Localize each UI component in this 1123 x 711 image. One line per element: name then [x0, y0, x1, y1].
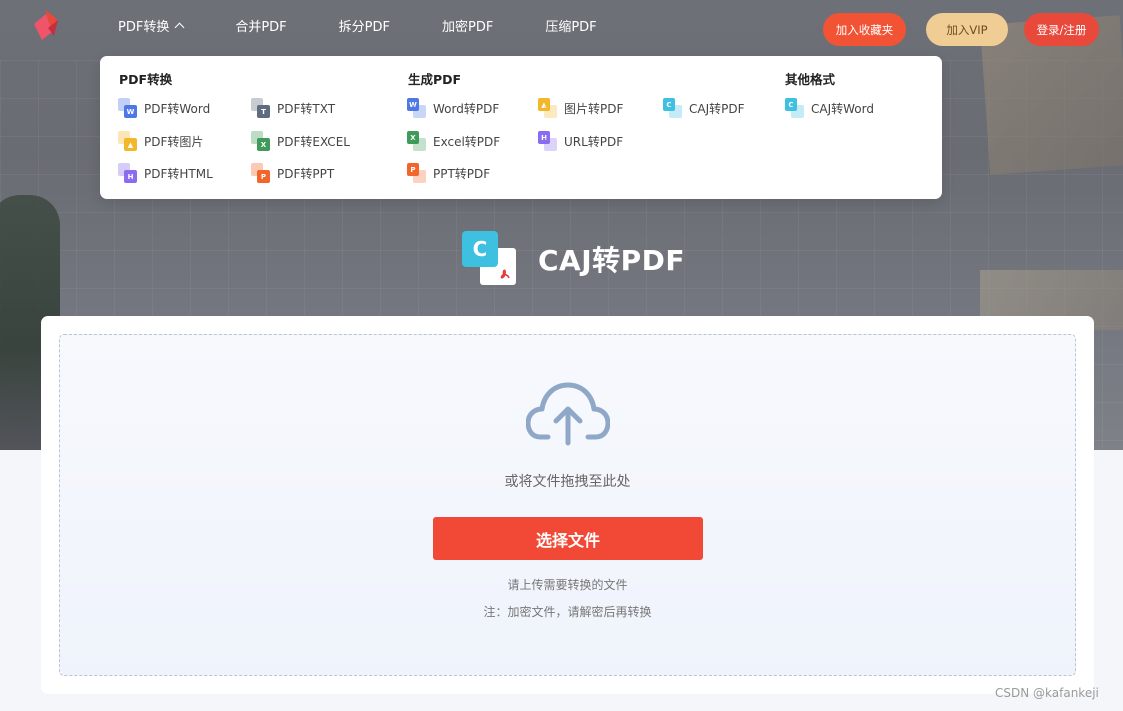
menu-item-url-to-pdf[interactable]: H URL转PDF	[538, 130, 623, 152]
cloud-upload-icon	[526, 382, 610, 446]
nav-pdf-convert-label: PDF转换	[118, 19, 170, 35]
menu-item-pdf-to-ppt[interactable]: P PDF转PPT	[251, 162, 334, 184]
menu-item-label: CAJ转PDF	[689, 101, 745, 116]
word-to-pdf-icon: W	[407, 98, 427, 118]
menu-item-excel-to-pdf[interactable]: X Excel转PDF	[407, 130, 500, 152]
ppt-to-pdf-icon: P	[407, 163, 427, 183]
nav-compress-pdf[interactable]: 压缩PDF	[545, 16, 596, 35]
menu-item-label: Excel转PDF	[433, 134, 501, 149]
menu-item-label: PDF转Word	[144, 101, 211, 116]
choose-file-button[interactable]: 选择文件	[433, 517, 703, 560]
convert-dropdown-menu: PDF转换 生成PDF 其他格式 W PDF转Word T PDF转TXT ▲ …	[100, 56, 942, 199]
image-to-pdf-icon: ▲	[538, 98, 558, 118]
join-vip-button[interactable]: 加入VIP	[926, 13, 1008, 46]
menu-item-caj-to-word[interactable]: C CAJ转Word	[785, 97, 874, 119]
menu-item-pdf-to-html[interactable]: H PDF转HTML	[118, 162, 213, 184]
menu-item-label: PDF转TXT	[277, 101, 336, 116]
upload-hint: 请上传需要转换的文件	[507, 578, 628, 592]
menu-item-caj-to-pdf[interactable]: C CAJ转PDF	[663, 97, 745, 119]
nav-encrypt-pdf[interactable]: 加密PDF	[442, 16, 493, 35]
watermark-text: CSDN @kafankeji	[995, 686, 1099, 700]
login-register-button[interactable]: 登录/注册	[1024, 13, 1099, 46]
menu-item-label: Word转PDF	[433, 101, 500, 116]
drag-hint: 或将文件拖拽至此处	[504, 474, 631, 490]
menu-item-pdf-to-excel[interactable]: X PDF转EXCEL	[251, 130, 350, 152]
pdf-to-excel-icon: X	[251, 131, 271, 151]
menu-item-label: 图片转PDF	[564, 101, 624, 116]
pdf-to-ppt-icon: P	[251, 163, 271, 183]
excel-to-pdf-icon: X	[407, 131, 427, 151]
nav-pdf-convert[interactable]: PDF转换	[118, 16, 185, 35]
menu-item-label: CAJ转Word	[811, 101, 874, 116]
top-navigation: PDF转换 合并PDF 拆分PDF 加密PDF 压缩PDF 加入收藏夹 加入VI…	[0, 0, 1123, 52]
menu-item-pdf-to-txt[interactable]: T PDF转TXT	[251, 97, 335, 119]
menu-item-pdf-to-image[interactable]: ▲ PDF转图片	[118, 130, 203, 152]
group-title-other-formats: 其他格式	[785, 72, 836, 87]
caj-badge: C	[462, 231, 498, 267]
menu-item-label: URL转PDF	[564, 134, 624, 149]
encrypted-file-note: 注：加密文件，请解密后再转换	[483, 605, 652, 619]
pdf-to-html-icon: H	[118, 163, 138, 183]
add-favorite-button[interactable]: 加入收藏夹	[823, 13, 906, 46]
upload-panel: 或将文件拖拽至此处 选择文件 请上传需要转换的文件 注：加密文件，请解密后再转换	[41, 316, 1094, 694]
main-nav: PDF转换 合并PDF 拆分PDF 加密PDF 压缩PDF	[118, 16, 649, 35]
menu-item-word-to-pdf[interactable]: W Word转PDF	[407, 97, 499, 119]
page-heading: C CAJ转PDF	[462, 231, 685, 287]
menu-item-label: PPT转PDF	[433, 166, 491, 181]
pdf-to-image-icon: ▲	[118, 131, 138, 151]
pdf-to-word-icon: W	[118, 98, 138, 118]
url-to-pdf-icon: H	[538, 131, 558, 151]
menu-item-ppt-to-pdf[interactable]: P PPT转PDF	[407, 162, 490, 184]
file-dropzone[interactable]: 或将文件拖拽至此处 选择文件 请上传需要转换的文件 注：加密文件，请解密后再转换	[59, 334, 1076, 676]
caj-to-pdf-icon: C	[462, 231, 518, 287]
caj-to-word-icon: C	[785, 98, 805, 118]
group-title-create-pdf: 生成PDF	[408, 72, 462, 87]
page-title: CAJ转PDF	[538, 244, 686, 277]
menu-item-label: PDF转HTML	[144, 166, 213, 181]
menu-item-label: PDF转图片	[144, 134, 204, 149]
pdf-to-txt-icon: T	[251, 98, 271, 118]
logo-icon[interactable]	[34, 10, 58, 40]
nav-merge-pdf[interactable]: 合并PDF	[235, 16, 286, 35]
menu-item-pdf-to-word[interactable]: W PDF转Word	[118, 97, 210, 119]
menu-item-label: PDF转EXCEL	[277, 134, 350, 149]
menu-item-label: PDF转PPT	[277, 166, 335, 181]
group-title-pdf-convert: PDF转换	[119, 72, 173, 87]
caj-to-pdf-menu-icon: C	[663, 98, 683, 118]
nav-split-pdf[interactable]: 拆分PDF	[339, 16, 390, 35]
menu-item-image-to-pdf[interactable]: ▲ 图片转PDF	[538, 97, 623, 119]
chevron-up-icon	[174, 22, 185, 33]
